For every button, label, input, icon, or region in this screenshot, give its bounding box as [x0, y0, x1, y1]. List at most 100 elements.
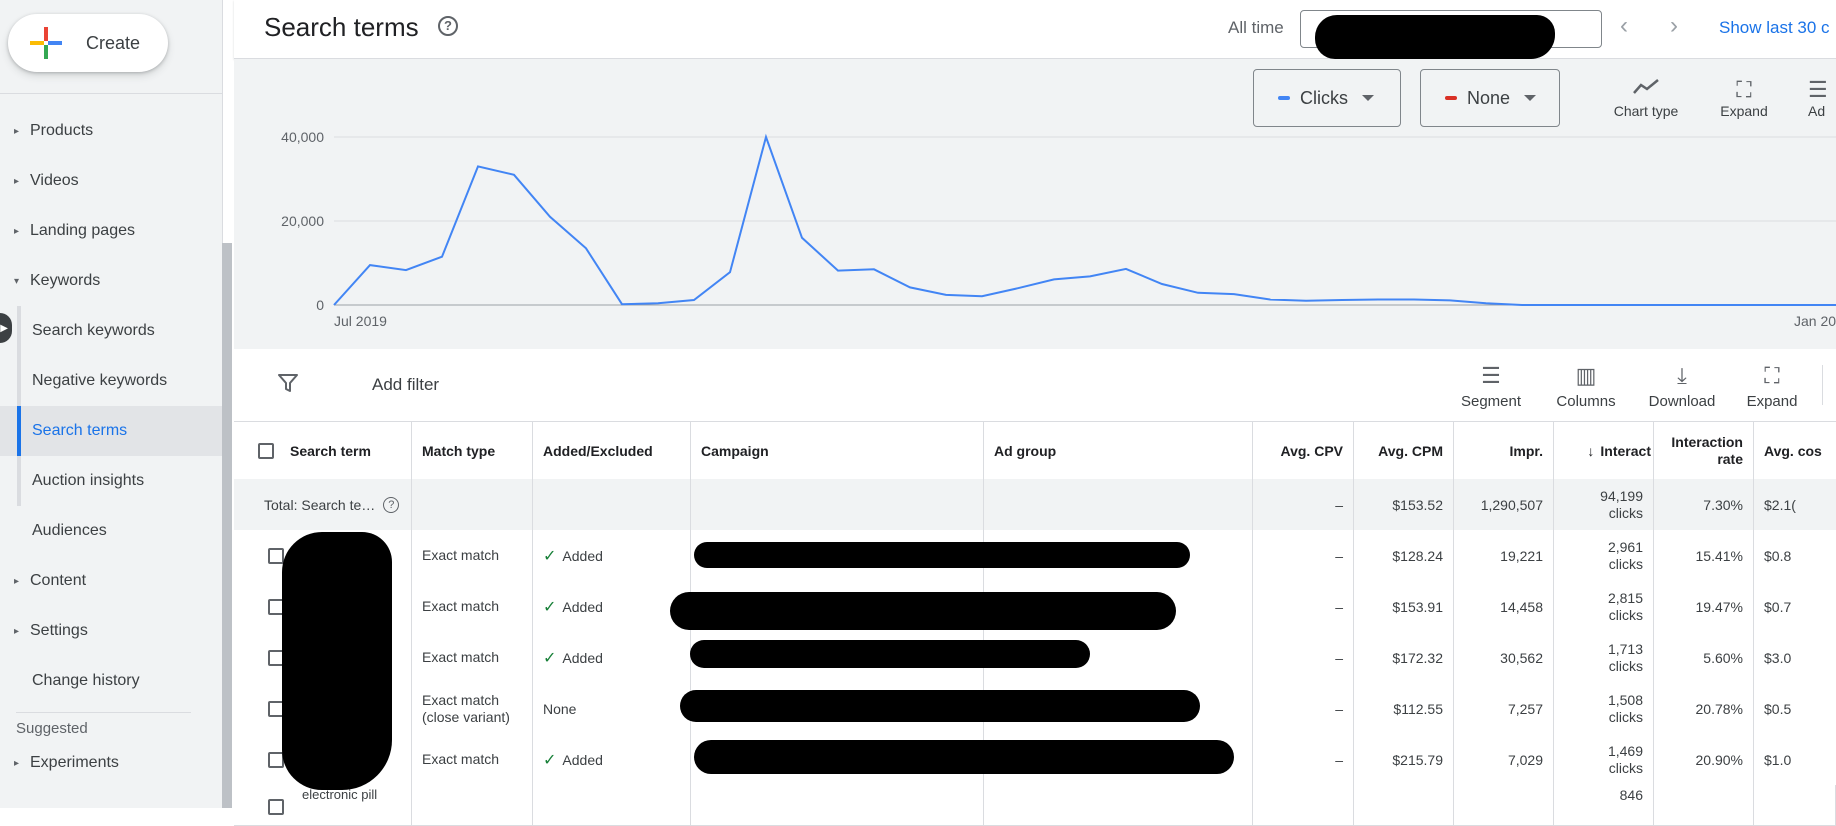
avg-cpv-cell: – [1253, 734, 1354, 785]
interactions-cell: 2,961 clicks [1554, 530, 1654, 581]
expand-icon: ⛶ [1736, 77, 1752, 102]
avg-cpm-cell: $215.79 [1354, 734, 1454, 785]
sidebar-scrollbar[interactable] [222, 243, 232, 808]
sidebar-item-videos[interactable]: ▸ Videos [0, 156, 222, 206]
column-header-label: Avg. cos [1764, 442, 1822, 459]
column-header-campaign[interactable]: Campaign [691, 422, 984, 479]
total-avg-cpm: $153.52 [1354, 479, 1454, 530]
sidebar-item-keywords[interactable]: ▾ Keywords [0, 256, 222, 306]
sidebar-item-negative-keywords[interactable]: Negative keywords [0, 356, 222, 406]
column-header-interaction-rate[interactable]: Interaction rate [1654, 422, 1754, 479]
redaction-mark [690, 640, 1090, 668]
impr-cell: 14,458 [1454, 581, 1554, 632]
column-header-avg-cpv[interactable]: Avg. CPV [1253, 422, 1354, 479]
total-avg-cost: $2.1( [1764, 496, 1796, 513]
sidebar-item-auction-insights[interactable]: Auction insights [0, 456, 222, 506]
redaction-mark [694, 542, 1190, 568]
left-sidebar: Create ▸ Products ▸ Videos ▸ Landing pag… [0, 0, 223, 808]
chart-adjust-button[interactable]: ☰ Ad [1808, 77, 1836, 119]
sidebar-item-products[interactable]: ▸ Products [0, 106, 222, 156]
column-header-search-term[interactable]: Search term [234, 422, 412, 479]
suggested-heading: Suggested [16, 720, 88, 737]
total-label: Total: Search te… [264, 496, 376, 513]
column-header-avg-cost[interactable]: Avg. cos [1754, 422, 1836, 479]
match-type-cell: Exact match [412, 530, 533, 581]
interactions-value: 1,469 [1607, 742, 1643, 759]
sidebar-item-search-terms[interactable]: Search terms [0, 406, 222, 456]
metric-1-dropdown[interactable]: Clicks [1253, 69, 1401, 127]
expand-icon: ⛶ [1764, 363, 1780, 388]
help-icon[interactable]: ? [383, 496, 400, 513]
sidebar-item-experiments[interactable]: ▸ Experiments [0, 738, 222, 788]
date-range-picker[interactable] [1300, 10, 1602, 59]
filter-icon[interactable] [276, 371, 300, 398]
segment-button[interactable]: ☰ Segment [1456, 363, 1526, 410]
metric-1-color-swatch [1278, 96, 1290, 100]
sidebar-item-settings[interactable]: ▸ Settings [0, 606, 222, 656]
avg-cost-cell: $0.5 [1764, 700, 1792, 717]
metric-2-label: None [1467, 87, 1511, 108]
empty-cell [691, 785, 984, 825]
caret-right-icon: ▸ [14, 625, 20, 637]
interactions-unit: clicks [1608, 708, 1643, 725]
match-type-cell: Exact match [412, 632, 533, 683]
sidebar-item-content[interactable]: ▸ Content [0, 556, 222, 606]
column-header-ad-group[interactable]: Ad group [984, 422, 1253, 479]
sidebar-item-label: Content [30, 572, 87, 589]
total-campaign-cell [691, 479, 984, 530]
sidebar-item-label: Products [30, 122, 94, 139]
column-header-added-excluded[interactable]: Added/Excluded [533, 422, 691, 479]
row-checkbox[interactable] [268, 547, 284, 564]
total-added-cell [533, 479, 691, 530]
sidebar-item-landing-pages[interactable]: ▸ Landing pages [0, 206, 222, 256]
table-expand-button[interactable]: ⛶ Expand [1742, 363, 1802, 410]
sidebar-item-search-keywords[interactable]: Search keywords [0, 306, 222, 356]
sidebar-item-label: Negative keywords [32, 372, 168, 389]
column-header-interactions[interactable]: ↓ Interact [1554, 422, 1654, 479]
interactions-cell: 1,469 clicks [1554, 734, 1654, 785]
metric-2-dropdown[interactable]: None [1420, 69, 1560, 127]
added-excluded-cell: ✓ Added [533, 734, 691, 785]
column-header-match-type[interactable]: Match type [412, 422, 533, 479]
column-header-impr[interactable]: Impr. [1454, 422, 1554, 479]
search-term-cell: electronic pill [234, 785, 412, 825]
create-button[interactable]: Create [8, 14, 168, 72]
previous-period-icon[interactable]: ‹ [1620, 14, 1628, 38]
empty-cell [984, 785, 1253, 825]
chart-expand-button[interactable]: ⛶ Expand [1714, 77, 1774, 119]
table-total-row: Total: Search te… ? – $153.52 1,290,507 … [234, 479, 1836, 531]
added-excluded-cell: ✓ Added [533, 632, 691, 683]
select-all-checkbox[interactable] [258, 442, 274, 459]
row-checkbox[interactable] [268, 799, 284, 815]
column-header-avg-cpm[interactable]: Avg. CPM [1354, 422, 1454, 479]
column-header-label: Ad group [994, 442, 1057, 459]
added-status: Added [562, 598, 603, 615]
avg-cpm-cell: $172.32 [1354, 632, 1454, 683]
checkmark-icon: ✓ [543, 649, 557, 667]
empty-cell [1454, 785, 1554, 825]
y-tick-label: 20,000 [281, 213, 324, 229]
caret-right-icon: ▸ [14, 125, 20, 137]
added-excluded-cell: ✓ Added [533, 581, 691, 632]
show-last-30-days-link[interactable]: Show last 30 c [1719, 18, 1830, 38]
empty-cell [412, 785, 533, 825]
help-icon[interactable]: ? [438, 16, 458, 36]
metric-1-label: Clicks [1300, 87, 1348, 108]
adjust-icon: ☰ [1808, 77, 1828, 102]
chart-type-button[interactable]: Chart type [1606, 77, 1686, 119]
columns-label: Columns [1556, 393, 1616, 410]
interactions-unit: clicks [1608, 555, 1643, 572]
added-excluded-cell: None [533, 683, 691, 734]
columns-button[interactable]: ▥ Columns [1551, 363, 1621, 410]
download-button[interactable]: ⤓ Download [1642, 363, 1722, 410]
next-period-icon[interactable]: › [1670, 14, 1678, 38]
segment-label: Segment [1460, 393, 1522, 410]
x-tick-label: Jan 20 [1794, 313, 1836, 329]
sidebar-item-audiences[interactable]: Audiences [0, 506, 222, 556]
chart-type-label: Chart type [1613, 103, 1679, 119]
segment-icon: ☰ [1481, 363, 1501, 388]
sidebar-item-change-history[interactable]: Change history [0, 656, 222, 706]
column-header-label: Match type [422, 442, 496, 459]
add-filter-button[interactable]: Add filter [372, 375, 439, 395]
y-tick-label: 40,000 [281, 129, 324, 145]
